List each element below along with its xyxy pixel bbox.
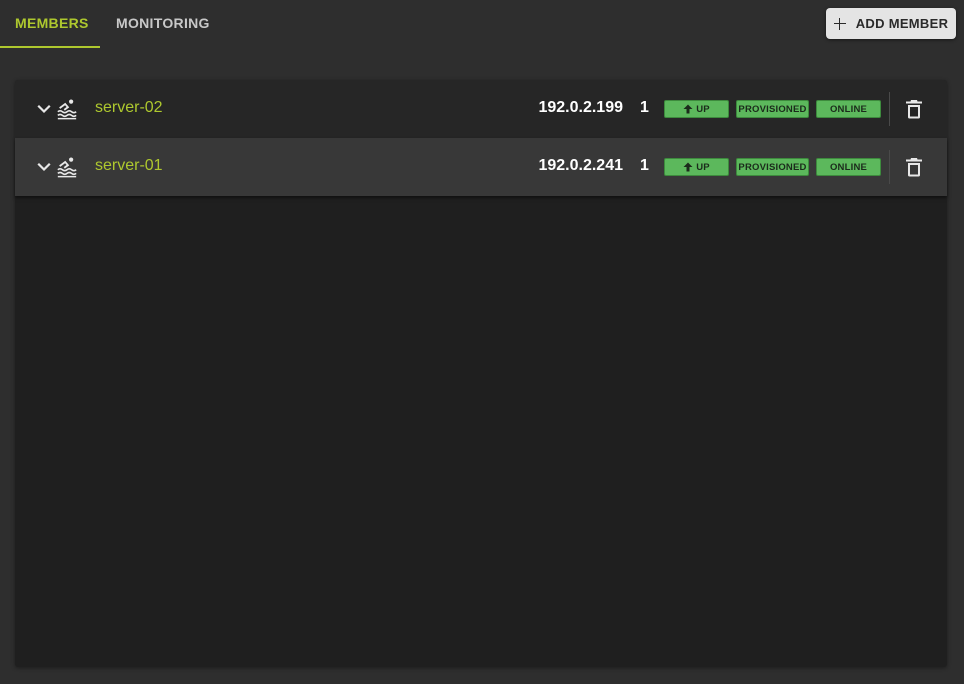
member-count: 1 xyxy=(640,99,649,116)
chevron-down-icon[interactable] xyxy=(37,102,51,116)
tab-members[interactable]: MEMBERS xyxy=(0,0,100,48)
status-badge-up: UP xyxy=(664,158,729,176)
members-panel: server-02 192.0.2.199 1 UP PROVISIONED O… xyxy=(15,80,947,667)
status-badge-online: ONLINE xyxy=(816,100,881,118)
page: MEMBERS MONITORING ADD MEMBER server-02 … xyxy=(0,0,964,684)
member-name[interactable]: server-01 xyxy=(95,157,163,175)
divider xyxy=(889,150,890,184)
member-row[interactable]: server-02 192.0.2.199 1 UP PROVISIONED O… xyxy=(15,80,947,138)
plus-icon xyxy=(833,17,846,30)
add-member-label: ADD MEMBER xyxy=(855,16,949,31)
member-ip: 192.0.2.241 xyxy=(538,157,623,174)
status-badge-online: ONLINE xyxy=(816,158,881,176)
status-badge-up: UP xyxy=(664,100,729,118)
trash-icon[interactable] xyxy=(905,157,923,177)
tab-monitoring[interactable]: MONITORING xyxy=(100,0,226,46)
member-row[interactable]: server-01 192.0.2.241 1 UP PROVISIONED O… xyxy=(15,138,947,196)
pool-icon xyxy=(57,157,77,178)
member-name[interactable]: server-02 xyxy=(95,99,163,117)
add-member-button[interactable]: ADD MEMBER xyxy=(826,8,956,39)
arrow-up-icon xyxy=(683,162,693,172)
member-ip: 192.0.2.199 xyxy=(538,99,623,116)
tab-bar: MEMBERS MONITORING xyxy=(0,0,226,48)
status-badge-provisioned: PROVISIONED xyxy=(736,158,809,176)
member-count: 1 xyxy=(640,157,649,174)
chevron-down-icon[interactable] xyxy=(37,160,51,174)
pool-icon xyxy=(57,99,77,120)
divider xyxy=(889,92,890,126)
arrow-up-icon xyxy=(683,104,693,114)
trash-icon[interactable] xyxy=(905,99,923,119)
status-badge-provisioned: PROVISIONED xyxy=(736,100,809,118)
